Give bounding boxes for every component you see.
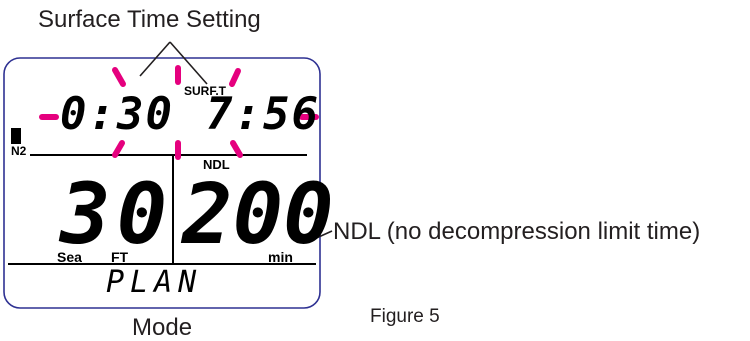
ndl-readout: 200 (182, 165, 334, 263)
depth-unit-label: FT (111, 249, 129, 265)
n2-label: N2 (11, 144, 27, 158)
depth-readout: 30 (60, 165, 174, 263)
ndl-unit-label: min (268, 249, 293, 265)
sea-label: Sea (57, 249, 82, 265)
surface-time-readout: 7:56 (206, 89, 320, 140)
mode-readout: PLAN (106, 265, 203, 300)
elapsed-time-readout: 0:30 (60, 89, 174, 140)
n2-bar-icon (11, 128, 21, 144)
